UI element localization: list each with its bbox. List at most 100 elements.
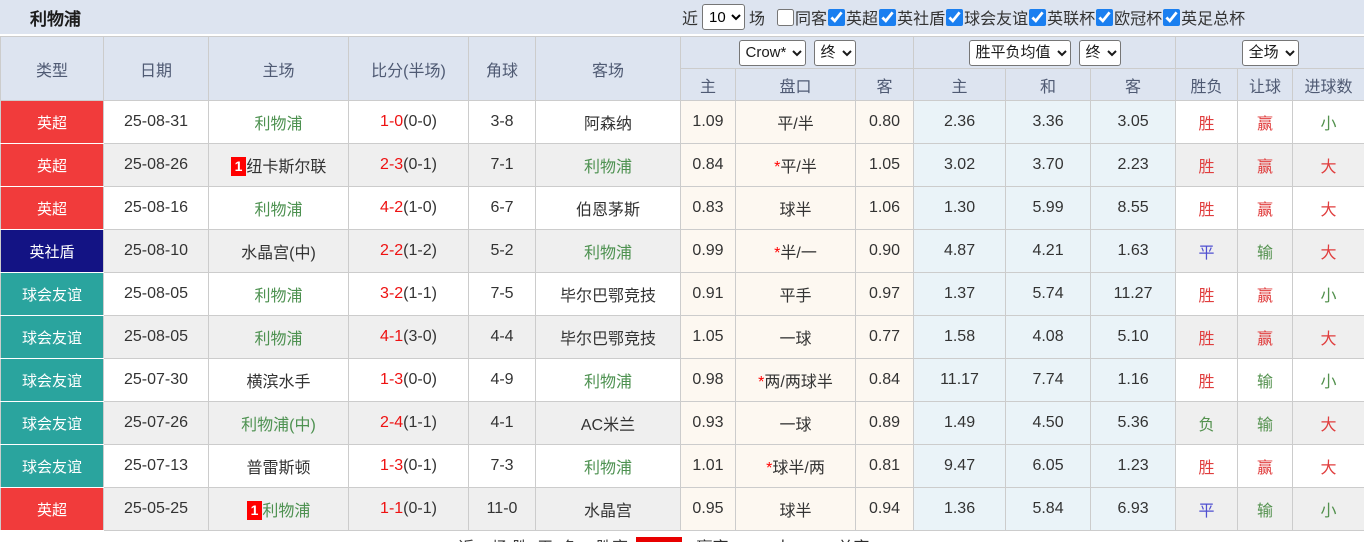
match-type-badge: 英社盾 xyxy=(0,229,104,273)
result-handicap-cell: 输 xyxy=(1237,487,1294,531)
handicap-cell: 平/半 xyxy=(735,100,856,144)
corner-cell: 11-0 xyxy=(468,487,536,531)
date-cell: 25-07-13 xyxy=(103,444,209,488)
league-filter-6[interactable]: 英足总杯 xyxy=(1163,5,1245,29)
result-handicap-cell: 输 xyxy=(1237,401,1294,445)
score-cell: 1-0(0-0) xyxy=(348,100,469,144)
match-type-badge: 英超 xyxy=(0,100,104,144)
full-time-score: 1-0 xyxy=(380,113,404,130)
handicap-text: 球半 xyxy=(779,503,812,520)
handicap-cell: *球半/两 xyxy=(735,444,856,488)
match-type-badge: 英超 xyxy=(0,186,104,230)
score-cell: 3-2(1-1) xyxy=(348,272,469,316)
rank-badge: 1 xyxy=(230,157,247,176)
europe-away-cell: 2.23 xyxy=(1090,143,1177,187)
league-filter-checkbox-5[interactable] xyxy=(1096,8,1114,26)
handicap-text: 球半/两 xyxy=(772,460,825,477)
result-handicap-cell: 赢 xyxy=(1237,186,1294,230)
handicap-cell: 一球 xyxy=(735,401,856,445)
handicap-cell: *半/一 xyxy=(735,229,856,273)
result-goals-cell: 大 xyxy=(1292,186,1364,230)
europe-away-cell: 1.16 xyxy=(1090,358,1177,402)
date-cell: 25-08-26 xyxy=(103,143,209,187)
away-team-cell: 利物浦 xyxy=(535,143,681,187)
europe-away-cell: 5.36 xyxy=(1090,401,1177,445)
result-scope-select[interactable]: 全场 xyxy=(1241,39,1299,66)
odds-home-cell: 0.83 xyxy=(680,186,736,230)
away-team-name: 伯恩茅斯 xyxy=(575,202,640,219)
result-wl-cell: 胜 xyxy=(1175,272,1239,316)
col-header-home: 主场 xyxy=(208,36,349,101)
subcol-result-handicap: 让球 xyxy=(1237,68,1294,101)
league-filter-1[interactable]: 英超 xyxy=(828,5,878,29)
result-wl-cell: 胜 xyxy=(1175,143,1239,187)
league-filter-checkbox-0[interactable] xyxy=(777,8,795,26)
europe-home-cell: 1.37 xyxy=(913,272,1007,316)
match-row: 英超 25-08-31 利物浦 1-0(0-0) 3-8 阿森纳 1.09 平/半 0.80 2.… xyxy=(0,100,1364,144)
league-filter-label-0: 同客 xyxy=(795,11,828,28)
league-filter-checkbox-4[interactable] xyxy=(1029,8,1047,26)
subcol-europe-draw: 和 xyxy=(1005,68,1092,101)
score-cell: 2-3(0-1) xyxy=(348,143,469,187)
odds-company-select[interactable]: Crow* xyxy=(738,39,806,66)
europe-draw-cell: 4.21 xyxy=(1005,229,1092,273)
home-team-name: 普雷斯顿 xyxy=(246,460,311,477)
handicap-cell: 一球 xyxy=(735,315,856,359)
home-team-name: 水晶宫(中) xyxy=(241,245,316,262)
corner-cell: 4-4 xyxy=(468,315,536,359)
europe-away-cell: 8.55 xyxy=(1090,186,1177,230)
full-time-score: 1-1 xyxy=(380,500,404,517)
away-team-name: 利物浦 xyxy=(583,374,632,391)
home-team-cell: 利物浦 xyxy=(208,100,349,144)
europe-home-cell: 11.17 xyxy=(913,358,1007,402)
match-type-badge: 球会友谊 xyxy=(0,358,104,402)
subcol-europe-home: 主 xyxy=(913,68,1007,101)
result-group-header: 全场 xyxy=(1175,36,1364,69)
league-filter-checkbox-3[interactable] xyxy=(946,8,964,26)
filter-controls: 近 10 场 同客 英超 英社盾 球会友谊 英联杯 欧冠杯 英足总杯 xyxy=(682,4,1246,30)
odds-home-cell: 0.93 xyxy=(680,401,736,445)
europe-home-cell: 2.36 xyxy=(913,100,1007,144)
europe-time-select[interactable]: 终 xyxy=(1078,39,1121,66)
full-time-score: 1-3 xyxy=(380,371,404,388)
league-filter-5[interactable]: 欧冠杯 xyxy=(1096,5,1162,29)
league-filter-4[interactable]: 英联杯 xyxy=(1029,5,1095,29)
home-team-name: 横滨水手 xyxy=(246,374,311,391)
europe-away-cell: 1.23 xyxy=(1090,444,1177,488)
subcol-europe-away: 客 xyxy=(1090,68,1177,101)
europe-home-cell: 1.58 xyxy=(913,315,1007,359)
full-time-score: 2-2 xyxy=(380,242,404,259)
recent-count-select[interactable]: 10 xyxy=(702,4,746,30)
subcol-result-goals: 进球数 xyxy=(1292,68,1364,101)
match-row: 球会友谊 25-07-30 横滨水手 1-3(0-0) 4-9 利物浦 0.98 *两/两球半… xyxy=(0,358,1364,402)
handicap-text: 平/半 xyxy=(777,116,814,133)
home-team-name: 纽卡斯尔联 xyxy=(246,159,327,176)
europe-draw-cell: 4.50 xyxy=(1005,401,1092,445)
score-cell: 1-3(0-1) xyxy=(348,444,469,488)
col-header-date: 日期 xyxy=(103,36,209,101)
league-filter-3[interactable]: 球会友谊 xyxy=(946,5,1028,29)
page-title: 利物浦 xyxy=(30,9,81,29)
corner-cell: 5-2 xyxy=(468,229,536,273)
away-team-name: 毕尔巴鄂竞技 xyxy=(559,331,656,348)
league-filter-2[interactable]: 英社盾 xyxy=(879,5,945,29)
europe-type-select[interactable]: 胜平负均值 xyxy=(968,39,1071,66)
odds-home-cell: 1.05 xyxy=(680,315,736,359)
league-filter-checkbox-1[interactable] xyxy=(828,8,846,26)
league-filter-checkbox-6[interactable] xyxy=(1163,8,1181,26)
home-team-cell: 1 纽卡斯尔联 xyxy=(208,143,349,187)
europe-draw-cell: 3.36 xyxy=(1005,100,1092,144)
corner-cell: 7-3 xyxy=(468,444,536,488)
match-type-badge: 球会友谊 xyxy=(0,401,104,445)
odds-home-cell: 0.91 xyxy=(680,272,736,316)
result-wl-cell: 胜 xyxy=(1175,186,1239,230)
full-time-score: 4-1 xyxy=(380,328,404,345)
result-goals-cell: 大 xyxy=(1292,143,1364,187)
corner-cell: 7-5 xyxy=(468,272,536,316)
corner-cell: 4-9 xyxy=(468,358,536,402)
away-team-name: 利物浦 xyxy=(583,245,632,262)
league-filter-checkbox-2[interactable] xyxy=(879,8,897,26)
league-filter-0[interactable]: 同客 xyxy=(777,5,827,29)
match-row: 英社盾 25-08-10 水晶宫(中) 2-2(1-2) 5-2 利物浦 0.99 *半/一 0… xyxy=(0,229,1364,273)
odds-time-select[interactable]: 终 xyxy=(813,39,856,66)
